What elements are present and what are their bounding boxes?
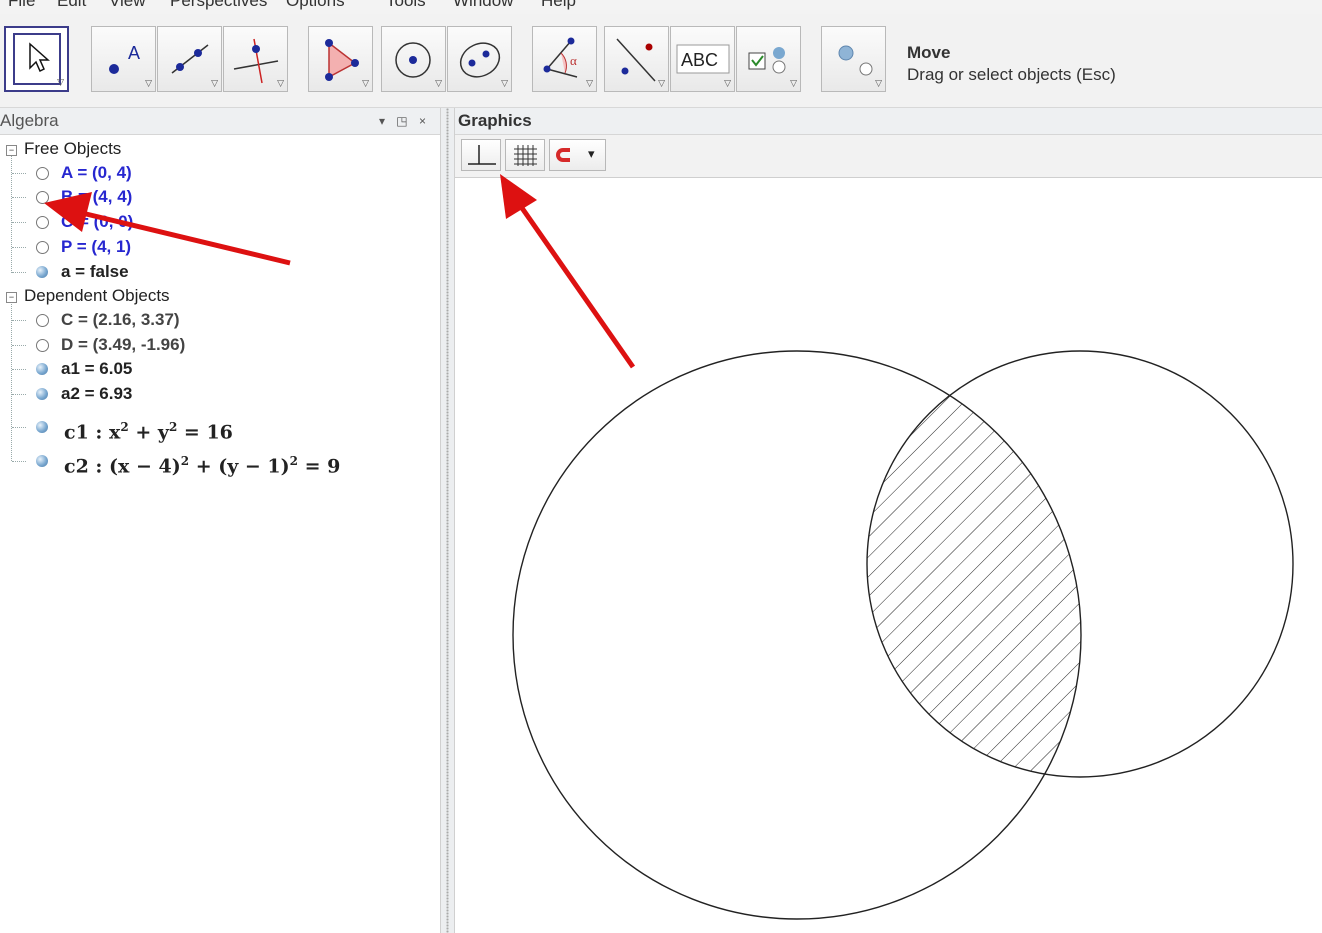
perpendicular-tool-button[interactable]: ▽ — [223, 26, 288, 92]
c1-label: c1 : — [64, 421, 103, 444]
axes-toggle-button[interactable] — [461, 139, 501, 171]
collapse-icon[interactable]: − — [6, 292, 17, 303]
visibility-toggle-icon[interactable] — [36, 314, 49, 327]
move-tool-button[interactable]: ▽ — [4, 26, 69, 92]
graphics-style-bar: ▾ — [455, 135, 1322, 178]
graphics-title: Graphics — [458, 111, 532, 130]
graphics-canvas[interactable] — [455, 178, 1322, 933]
menu-file[interactable]: File — [8, 0, 35, 11]
view-options-dropdown[interactable]: ▾ — [549, 139, 606, 171]
visibility-toggle-icon[interactable] — [36, 339, 49, 352]
menu-view[interactable]: View — [109, 0, 146, 11]
object-D[interactable]: D = (3.49, -1.96) — [61, 333, 185, 357]
axes-icon — [468, 145, 496, 165]
menu-bar: File Edit View Perspectives Options Tool… — [0, 0, 1322, 14]
object-A[interactable]: A = (0, 4) — [61, 161, 132, 185]
line-tool-button[interactable]: ▽ — [157, 26, 222, 92]
algebra-title: Algebra — [0, 111, 59, 130]
visibility-toggle-icon[interactable] — [36, 363, 48, 375]
visibility-toggle-icon[interactable] — [36, 191, 49, 204]
menu-help[interactable]: Help — [541, 0, 576, 11]
angle-tool-button[interactable]: α ▽ — [532, 26, 597, 92]
checkbox-tool-button[interactable]: ▽ — [736, 26, 801, 92]
dependent-objects-label: Dependent Objects — [24, 286, 170, 305]
object-c1[interactable]: c1 : x2 + y2 = 16 — [64, 412, 233, 447]
reflect-tool-button[interactable]: ▽ — [604, 26, 669, 92]
visibility-toggle-icon[interactable] — [36, 216, 49, 229]
visibility-toggle-icon[interactable] — [36, 388, 48, 400]
visibility-toggle-icon[interactable] — [36, 167, 49, 180]
graphics-panel-header: Graphics — [455, 108, 1322, 135]
free-objects-label: Free Objects — [24, 139, 122, 158]
point-tool-button[interactable]: A ▽ — [91, 26, 156, 92]
object-c2[interactable]: c2 : (x − 4)2 + (y − 1)2 = 9 — [64, 446, 340, 481]
magnet-icon — [556, 148, 570, 162]
menu-perspectives[interactable]: Perspectives — [170, 0, 267, 11]
collapse-icon[interactable]: − — [6, 145, 17, 156]
point-tool-label: A — [128, 43, 140, 63]
text-tool-label: ABC — [681, 50, 718, 70]
angle-tool-label: α — [570, 53, 577, 68]
tool-help-title: Move — [907, 43, 951, 62]
algebra-panel-controls[interactable]: ▾ ◳ × — [379, 108, 430, 134]
circle-tool-button[interactable]: ▽ — [381, 26, 446, 92]
object-C[interactable]: C = (2.16, 3.37) — [61, 308, 180, 332]
panel-divider[interactable] — [440, 108, 455, 933]
menu-options[interactable]: Options — [286, 0, 345, 11]
intersection-hatched-region[interactable] — [867, 351, 1293, 777]
object-a[interactable]: a = false — [61, 260, 129, 284]
move-graphics-tool-button[interactable]: ▽ — [821, 26, 886, 92]
object-B[interactable]: B = (4, 4) — [61, 185, 132, 209]
toolbar: ▽ A ▽ ▽ ▽ ▽ ▽ ▽ α ▽ ▽ ABC ▽ ▽ ▽ Move Dra… — [0, 14, 1322, 108]
visibility-toggle-icon[interactable] — [36, 266, 48, 278]
chevron-down-icon[interactable]: ▾ — [588, 146, 595, 162]
visibility-toggle-icon[interactable] — [36, 241, 49, 254]
object-P[interactable]: P = (4, 1) — [61, 235, 131, 259]
object-O[interactable]: O = (0, 0) — [61, 210, 133, 234]
c2-label: c2 : — [64, 455, 103, 478]
grid-icon — [514, 145, 537, 166]
text-tool-button[interactable]: ABC ▽ — [670, 26, 735, 92]
grid-toggle-button[interactable] — [505, 139, 545, 171]
algebra-panel-header: Algebra ▾ ◳ × — [0, 108, 440, 135]
visibility-toggle-icon[interactable] — [36, 421, 48, 433]
menu-tools[interactable]: Tools — [386, 0, 426, 11]
tool-help-text: Drag or select objects (Esc) — [907, 65, 1116, 84]
visibility-toggle-icon[interactable] — [36, 455, 48, 467]
menu-edit[interactable]: Edit — [57, 0, 86, 11]
menu-window[interactable]: Window — [453, 0, 513, 11]
tool-help: Move Drag or select objects (Esc) — [907, 42, 1116, 86]
ellipse-tool-button[interactable]: ▽ — [447, 26, 512, 92]
object-a1[interactable]: a1 = 6.05 — [61, 357, 132, 381]
algebra-view: − Free Objects A = (0, 4) B = (4, 4) O =… — [0, 135, 440, 933]
polygon-tool-button[interactable]: ▽ — [308, 26, 373, 92]
object-a2[interactable]: a2 = 6.93 — [61, 382, 132, 406]
